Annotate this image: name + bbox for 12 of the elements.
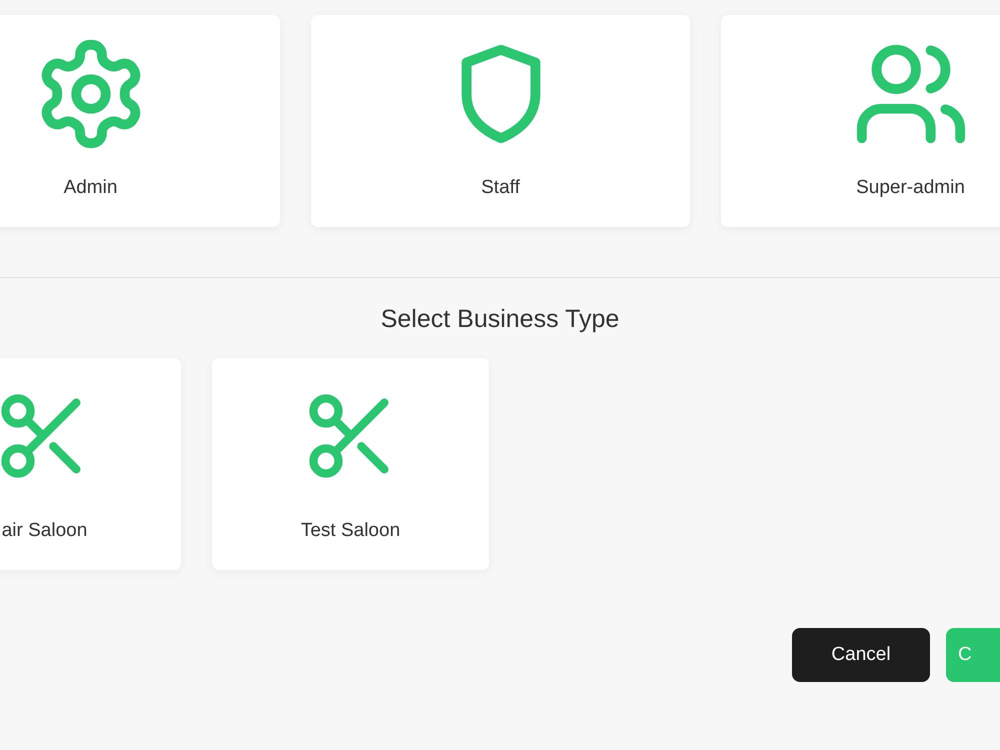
card-label: air Saloon — [0, 520, 88, 542]
card-label: Super-admin — [856, 177, 965, 199]
business-type-card[interactable]: air Saloon — [0, 358, 181, 570]
role-card[interactable]: Super-admin — [721, 15, 1000, 227]
card-label: Staff — [481, 177, 520, 199]
cancel-button[interactable]: Cancel — [792, 628, 930, 682]
business-type-card[interactable]: Test Saloon — [212, 358, 489, 570]
card-label: Admin — [64, 177, 118, 199]
card-label: Test Saloon — [300, 520, 400, 542]
section-title: Select Business Type — [380, 304, 620, 334]
role-card[interactable]: Staff — [311, 15, 690, 227]
role-card[interactable]: Admin — [0, 15, 280, 227]
